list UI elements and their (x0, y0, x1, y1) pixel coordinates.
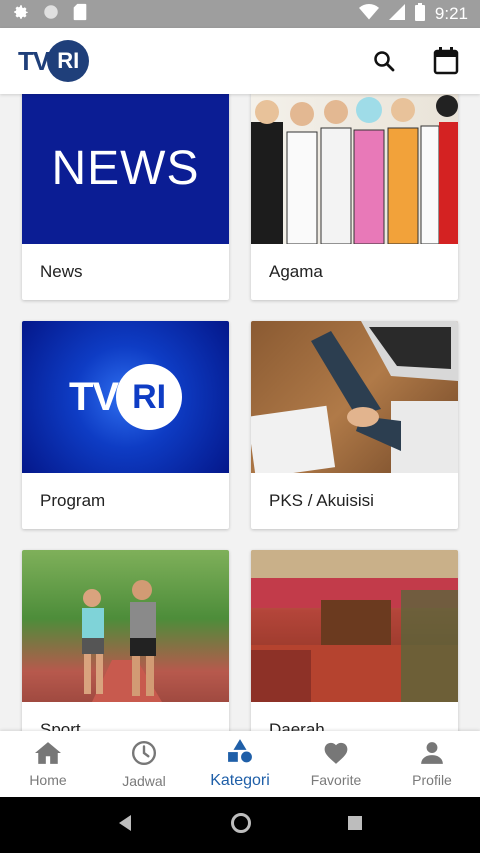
nav-label: Profile (412, 771, 452, 788)
category-label: Sport (40, 720, 81, 731)
signal-icon (388, 3, 405, 25)
program-thumbnail-logo: TV RI (68, 364, 183, 430)
system-navigation-bar (0, 797, 480, 853)
nav-profile[interactable]: Profile (384, 731, 480, 797)
logo-ri-text: RI (47, 40, 90, 82)
category-card-program[interactable]: TV RI Program (22, 321, 229, 529)
category-label: PKS / Akuisisi (269, 491, 374, 510)
home-icon (35, 741, 61, 768)
wifi-icon (358, 3, 379, 25)
nav-kategori[interactable]: Kategori (192, 731, 288, 797)
pks-thumbnail (251, 321, 458, 473)
gear-icon (12, 3, 30, 26)
category-list[interactable]: NEWS News Agama TV RI Program PKS / Akui… (0, 94, 480, 731)
nav-label: Favorite (310, 771, 362, 788)
category-card-daerah[interactable]: Daerah (251, 550, 458, 731)
heart-icon (323, 741, 349, 768)
nav-label: Kategori (210, 771, 270, 789)
clock-icon (131, 740, 157, 769)
sd-card-icon (72, 3, 88, 26)
nav-home[interactable]: Home (0, 731, 96, 797)
bottom-navigation: Home Jadwal Kategori Favorite Profile (0, 731, 480, 797)
daerah-thumbnail (251, 550, 458, 702)
category-label: Agama (269, 262, 323, 281)
back-icon[interactable] (117, 814, 135, 837)
thumb-logo-tv: TV (68, 374, 119, 419)
status-time: 9:21 (434, 4, 468, 23)
category-card-news[interactable]: NEWS News (22, 94, 229, 300)
program-thumbnail: TV RI (22, 321, 229, 473)
battery-icon (414, 2, 425, 26)
category-card-pks-akuisisi[interactable]: PKS / Akuisisi (251, 321, 458, 529)
agama-thumbnail (251, 94, 458, 244)
nav-jadwal[interactable]: Jadwal (96, 731, 192, 797)
nav-label: Home (29, 771, 67, 788)
search-icon[interactable] (368, 45, 400, 77)
circle-icon (42, 3, 60, 26)
category-label: News (40, 262, 83, 281)
person-icon (419, 741, 445, 768)
category-card-sport[interactable]: Sport (22, 550, 229, 731)
news-thumbnail: NEWS (22, 94, 229, 244)
nav-label: Jadwal (122, 772, 166, 789)
nav-favorite[interactable]: Favorite (288, 731, 384, 797)
category-label: Program (40, 491, 106, 510)
category-card-agama[interactable]: Agama (251, 94, 458, 300)
app-bar: TV RI (0, 28, 480, 94)
recents-icon[interactable] (347, 815, 363, 836)
category-label: Daerah (269, 720, 325, 731)
status-bar: 9:21 (0, 0, 480, 28)
calendar-icon[interactable] (430, 45, 462, 77)
shapes-icon (227, 738, 253, 768)
logo-tv-text: TV (18, 45, 50, 76)
thumb-logo-ri: RI (116, 364, 183, 430)
sport-thumbnail (22, 550, 229, 702)
news-thumbnail-text: NEWS (51, 141, 200, 195)
home-circle-icon[interactable] (230, 812, 252, 839)
tvri-logo[interactable]: TV RI (18, 40, 90, 82)
